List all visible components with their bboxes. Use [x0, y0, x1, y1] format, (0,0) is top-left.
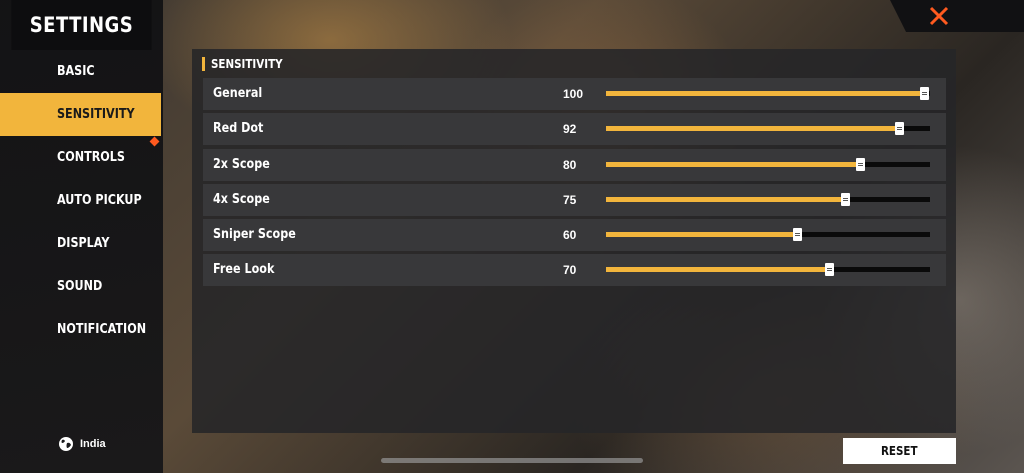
- nav-item-label: SENSITIVITY: [57, 107, 135, 122]
- row-label: 2x Scope: [213, 156, 270, 172]
- section-header: SENSITIVITY: [202, 56, 294, 72]
- close-button[interactable]: [890, 0, 1024, 32]
- 4x-scope-slider[interactable]: [606, 192, 930, 206]
- nav-item-label: SOUND: [57, 279, 103, 294]
- slider-fill: [606, 91, 926, 96]
- settings-title: SETTINGS: [11, 0, 152, 50]
- sensitivity-rows: General 100 Red Dot 92 2x Scope 80 4x Sc…: [203, 78, 946, 290]
- sensitivity-row-sniper-scope: Sniper Scope 60: [203, 219, 946, 252]
- nav-item-sound[interactable]: SOUND: [0, 265, 163, 308]
- sensitivity-row-general: General 100: [203, 78, 946, 110]
- row-value: 92: [563, 122, 577, 137]
- free-look-slider[interactable]: [606, 263, 930, 277]
- row-label: General: [213, 86, 263, 101]
- sensitivity-row-red-dot: Red Dot 92: [203, 113, 946, 146]
- row-value: 75: [563, 192, 577, 207]
- slider-thumb[interactable]: [793, 228, 802, 242]
- row-value: 80: [563, 157, 577, 172]
- settings-nav: BASIC SENSITIVITY CONTROLS AUTO PICKUP D…: [0, 50, 163, 351]
- slider-thumb[interactable]: [825, 263, 834, 277]
- slider-fill: [606, 232, 799, 238]
- row-label: 4x Scope: [213, 191, 270, 207]
- home-indicator-bar[interactable]: [381, 458, 643, 463]
- sensitivity-row-free-look: Free Look 70: [203, 254, 946, 287]
- nav-item-sensitivity[interactable]: SENSITIVITY: [0, 93, 161, 136]
- slider-thumb[interactable]: [841, 192, 850, 206]
- close-icon[interactable]: [928, 5, 950, 27]
- sensitivity-row-2x-scope: 2x Scope 80: [203, 148, 946, 181]
- row-value: 70: [563, 263, 577, 278]
- reset-button[interactable]: RESET: [843, 438, 956, 464]
- nav-item-display[interactable]: DISPLAY: [0, 222, 163, 265]
- nav-item-notification[interactable]: NOTIFICATION: [0, 308, 163, 351]
- nav-item-auto-pickup[interactable]: AUTO PICKUP: [0, 179, 163, 222]
- region-label: India: [80, 438, 106, 450]
- row-label: Red Dot: [213, 121, 264, 137]
- nav-item-label: AUTO PICKUP: [57, 193, 142, 208]
- row-value: 60: [563, 228, 577, 243]
- slider-thumb[interactable]: [856, 157, 865, 171]
- 2x-scope-slider[interactable]: [606, 157, 930, 171]
- sensitivity-panel: SENSITIVITY General 100 Red Dot 92 2x Sc…: [192, 49, 956, 433]
- region-selector[interactable]: India: [58, 436, 106, 452]
- nav-item-label: NOTIFICATION: [57, 322, 147, 337]
- slider-fill: [606, 196, 847, 202]
- sensitivity-row-4x-scope: 4x Scope 75: [203, 183, 946, 216]
- nav-item-label: CONTROLS: [57, 150, 125, 165]
- section-accent-bar: [202, 57, 205, 71]
- row-label: Free Look: [213, 262, 275, 278]
- red-dot-slider[interactable]: [606, 122, 930, 136]
- general-slider[interactable]: [606, 87, 930, 100]
- globe-icon: [59, 437, 73, 451]
- sniper-scope-slider[interactable]: [606, 228, 930, 242]
- slider-fill: [606, 161, 862, 167]
- row-value: 100: [563, 87, 584, 101]
- slider-thumb[interactable]: [920, 87, 929, 100]
- slider-fill: [606, 126, 901, 132]
- slider-fill: [606, 267, 831, 273]
- section-title: SENSITIVITY: [211, 57, 283, 71]
- nav-item-basic[interactable]: BASIC: [0, 50, 163, 93]
- nav-item-label: DISPLAY: [57, 236, 110, 251]
- reset-label: RESET: [881, 444, 918, 458]
- nav-item-controls[interactable]: CONTROLS: [0, 136, 163, 179]
- settings-sidebar: SETTINGS BASIC SENSITIVITY CONTROLS AUTO…: [0, 0, 163, 473]
- row-label: Sniper Scope: [213, 227, 296, 243]
- nav-item-label: BASIC: [57, 64, 95, 79]
- slider-thumb[interactable]: [895, 122, 904, 136]
